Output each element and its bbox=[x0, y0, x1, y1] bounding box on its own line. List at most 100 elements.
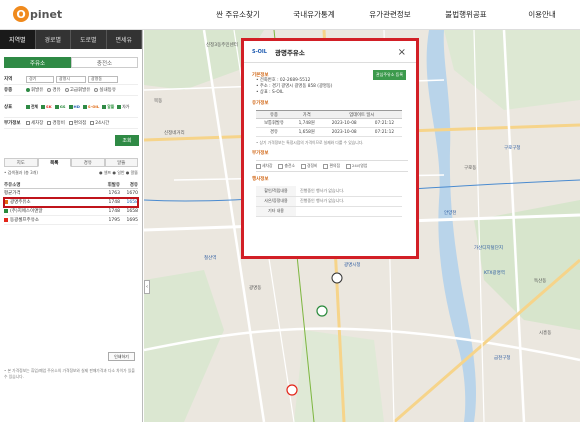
result-legend: ● 셀프 ● 일반 ● 알뜰 bbox=[99, 170, 138, 175]
search-panel: 지역별 경로별 도로별 면세유 주유소 충전소 지역 경기 광명시 광명동 유종… bbox=[0, 30, 143, 422]
table-row: 보통휘발유 1,748원 2023-10-08 07:21:12 bbox=[256, 118, 402, 128]
tab-region[interactable]: 지역별 bbox=[0, 30, 36, 49]
service-label: 부가정보 bbox=[4, 121, 21, 126]
checkbox-icon bbox=[82, 104, 87, 109]
nav-oil-info[interactable]: 유가관련정보 bbox=[352, 9, 428, 20]
checkbox-icon bbox=[47, 121, 52, 125]
radio-dot-icon bbox=[26, 88, 30, 92]
map-label: 구로동 bbox=[464, 166, 477, 171]
checkbox-icon bbox=[68, 121, 73, 125]
map-label: 광명시청 bbox=[344, 263, 361, 268]
search-button[interactable]: 조회 bbox=[115, 135, 139, 146]
table-row: 기타 내용 bbox=[256, 206, 402, 217]
result-tabs: 지도 목록 경유 알뜰 bbox=[4, 158, 138, 167]
checkbox-icon bbox=[117, 104, 122, 109]
station-diesel: 1695 bbox=[126, 217, 138, 223]
header-gas: 휘발유 bbox=[107, 182, 120, 188]
result-tab-list[interactable]: 목록 bbox=[37, 158, 71, 167]
map-label: 가산디지털단지 bbox=[474, 246, 503, 251]
print-button[interactable]: 인쇄하기 bbox=[108, 352, 135, 361]
sk-icon bbox=[4, 218, 8, 222]
radio-dot-icon bbox=[94, 88, 99, 92]
table-row[interactable]: (주)지에스이앤알 1748 1658 bbox=[4, 207, 138, 216]
fuel-gasoline[interactable]: 휘발유 bbox=[26, 87, 43, 93]
result-tab-map[interactable]: 지도 bbox=[4, 158, 38, 167]
brand-sk[interactable]: SK bbox=[41, 104, 52, 110]
checkbox-icon bbox=[26, 121, 30, 125]
table-row[interactable]: 동광셀프주유소 1795 1695 bbox=[4, 216, 138, 225]
checkbox-icon bbox=[68, 104, 73, 109]
tab-charging-station[interactable]: 충전소 bbox=[71, 57, 138, 68]
station-gas: 1748 bbox=[108, 199, 120, 205]
map-label: 금천구청 bbox=[494, 356, 511, 361]
nav-illegal[interactable]: 불법행위공표 bbox=[428, 9, 504, 20]
search-tabs: 지역별 경로별 도로별 면세유 bbox=[0, 30, 142, 49]
clock-icon bbox=[345, 163, 351, 169]
city-select[interactable]: 광명시 bbox=[56, 75, 86, 83]
brand-soil[interactable]: S-OIL bbox=[82, 104, 99, 110]
checkbox-icon bbox=[26, 104, 30, 109]
nav-cheap-station[interactable]: 싼 주유소찾기 bbox=[200, 9, 276, 20]
charging-icon bbox=[278, 163, 284, 169]
repair-icon bbox=[300, 163, 306, 169]
tab-route[interactable]: 경로별 bbox=[36, 30, 71, 49]
main-nav: 싼 주유소찾기 국내유가통계 유가관련정보 불법행위공표 이용안내 bbox=[200, 9, 580, 20]
table-row: 사은/증정내용 진행중인 행사가 없습니다. bbox=[256, 196, 402, 207]
tab-road[interactable]: 도로별 bbox=[71, 30, 107, 49]
brand-hd[interactable]: HD bbox=[68, 104, 80, 110]
nav-domestic-stats[interactable]: 국내유가통계 bbox=[276, 9, 352, 20]
province-select[interactable]: 경기 bbox=[26, 75, 54, 83]
station-name: 광명주유소 bbox=[10, 200, 31, 205]
result-tab-diesel[interactable]: 경유 bbox=[71, 158, 105, 167]
map-label: 광명동 bbox=[249, 286, 262, 291]
svc-charging: 충전소 bbox=[278, 163, 295, 169]
nav-guide[interactable]: 이용안내 bbox=[504, 9, 580, 20]
svc-24h[interactable]: 24시간 bbox=[90, 120, 109, 126]
checkbox-icon bbox=[41, 104, 45, 109]
svc-repair[interactable]: 경정비 bbox=[47, 120, 65, 126]
tab-gas-station[interactable]: 주유소 bbox=[4, 57, 71, 68]
fuel-label: 유종 bbox=[4, 88, 13, 93]
brand-altteul[interactable]: 알뜰 bbox=[102, 104, 114, 110]
popup-header: S-OIL 광명주유소 bbox=[244, 41, 416, 63]
station-diesel: 1658 bbox=[126, 208, 138, 214]
checkbox-icon bbox=[90, 121, 95, 125]
brand-line: • 상표 : S-OIL bbox=[256, 90, 284, 95]
map-label: 신정3동주민센터 bbox=[206, 43, 238, 48]
event-table: 할인/적립내용 진행중인 행사가 없습니다. 사은/증정내용 진행중인 행사가 … bbox=[256, 186, 402, 217]
result-tab-altteul[interactable]: 알뜰 bbox=[104, 158, 138, 167]
brand-all[interactable]: 전체 bbox=[26, 104, 38, 110]
add-favorite-button[interactable]: 관심주유소 등록 bbox=[372, 70, 406, 80]
event-heading: 행사정보 bbox=[252, 177, 269, 182]
map-label: 신정네거리 bbox=[164, 131, 185, 136]
tab-taxfree[interactable]: 면세유 bbox=[107, 30, 142, 49]
average-row: 평균가격 1763 1670 bbox=[4, 189, 138, 198]
top-header: O pinet 싼 주유소찾기 국내유가통계 유가관련정보 불법행위공표 이용안… bbox=[0, 0, 580, 30]
panel-collapse-button[interactable]: ‹ bbox=[144, 280, 150, 294]
svc-carwash: 세차장 bbox=[256, 163, 272, 169]
map-label: 안양천 bbox=[444, 211, 457, 216]
checkbox-icon bbox=[54, 104, 59, 109]
opinet-logo[interactable]: O pinet bbox=[13, 6, 62, 22]
carwash-icon bbox=[256, 163, 261, 169]
table-row[interactable]: 광명주유소 1748 1658 bbox=[3, 197, 139, 208]
svc-carwash[interactable]: 세차장 bbox=[26, 120, 43, 126]
fuel-row: 유종 휘발유 경유 고급휘발유 실내등유 bbox=[4, 85, 138, 96]
price-note: • 상기 가격정보는 특정시점의 가격이므로 실제와 다를 수 있습니다. bbox=[256, 140, 364, 145]
svc-store[interactable]: 편의점 bbox=[68, 120, 86, 126]
table-row: 경유 1,658원 2023-10-08 07:21:12 bbox=[256, 127, 402, 137]
header-name: 주유소명 bbox=[4, 182, 21, 188]
dong-select[interactable]: 광명동 bbox=[88, 75, 118, 83]
brand-label: 상표 bbox=[4, 104, 13, 110]
svc-store: 편의점 bbox=[323, 163, 340, 169]
brand-gs[interactable]: GS bbox=[54, 104, 66, 110]
station-diesel: 1658 bbox=[126, 199, 138, 205]
fuel-premium[interactable]: 고급휘발유 bbox=[64, 87, 90, 93]
fuel-kerosene[interactable]: 실내등유 bbox=[94, 87, 116, 93]
brand-self[interactable]: 자가 bbox=[117, 104, 129, 110]
close-icon[interactable]: × bbox=[398, 47, 406, 58]
map-label: 철산역 bbox=[204, 256, 217, 261]
station-popup: S-OIL 광명주유소 × 관심주유소 등록 기본정보 • 전화번호 : 02-… bbox=[241, 38, 419, 259]
fuel-diesel[interactable]: 경유 bbox=[47, 87, 61, 93]
avg-label: 평균가격 bbox=[4, 191, 21, 196]
